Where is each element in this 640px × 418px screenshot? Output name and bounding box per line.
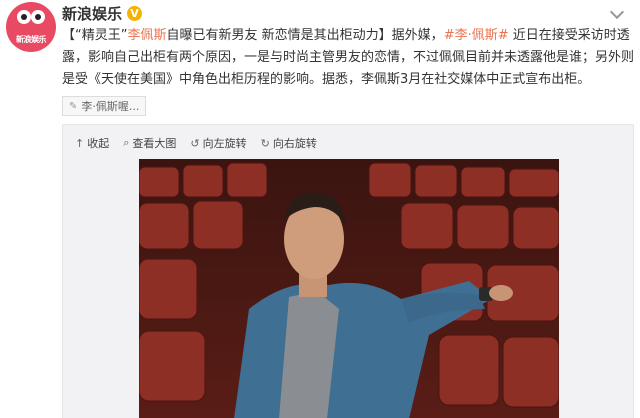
title-open-bracket: 【 xyxy=(62,28,76,43)
rotate-left-label: 向左旋转 xyxy=(202,137,247,150)
post-text: 【“精灵王”李佩斯自曝已有新男友 新恋情是其出柜动力】据外媒，#李·佩斯# 近日… xyxy=(62,25,634,91)
rotate-right-label: 向右旋转 xyxy=(272,137,317,150)
title-nickname: “精灵王” xyxy=(75,28,128,43)
person-link[interactable]: 李佩斯 xyxy=(128,28,167,43)
collapse-button[interactable]: ↑ 收起 xyxy=(75,135,109,151)
tag-label: 李·佩斯喔... xyxy=(81,100,140,113)
post-photo[interactable] xyxy=(139,159,559,418)
media-toolbar: ↑ 收起 ⌕ 查看大图 ↺ 向左旋转 ↻ 向右旋转 xyxy=(75,135,317,151)
view-large-label: 查看大图 xyxy=(132,137,177,150)
arrow-up-icon: ↑ xyxy=(75,136,85,150)
account-name[interactable]: 新浪娱乐 xyxy=(62,3,122,24)
view-large-button[interactable]: ⌕ 查看大图 xyxy=(123,135,176,151)
tag-icon: ✎ xyxy=(69,100,78,112)
title-rest: 自曝已有新男友 新恋情是其出柜动力 xyxy=(166,28,379,43)
avatar-logo-text: 新浪娱乐 xyxy=(16,35,47,44)
account-name-row: 新浪娱乐 V xyxy=(62,3,143,24)
collapse-label: 收起 xyxy=(87,137,110,150)
media-box: ↑ 收起 ⌕ 查看大图 ↺ 向左旋转 ↻ 向右旋转 xyxy=(62,124,634,418)
title-close-bracket: 】 xyxy=(378,28,392,43)
rotate-right-icon: ↻ xyxy=(260,136,270,150)
magnifier-icon: ⌕ xyxy=(123,136,130,149)
rotate-left-icon: ↺ xyxy=(190,136,200,150)
photo-illustration xyxy=(139,159,559,418)
avatar[interactable]: 新浪娱乐 xyxy=(6,2,56,52)
chevron-down-icon[interactable] xyxy=(609,4,625,20)
avatar-right-eye xyxy=(31,10,45,24)
verified-badge-icon: V xyxy=(127,6,143,21)
topic-link[interactable]: #李·佩斯# xyxy=(444,28,509,43)
avatar-left-eye xyxy=(17,10,31,24)
rotate-right-button[interactable]: ↻ 向右旋转 xyxy=(261,135,317,151)
tag-chip[interactable]: ✎ 李·佩斯喔... xyxy=(62,96,147,116)
rotate-left-button[interactable]: ↺ 向左旋转 xyxy=(190,135,246,151)
post-body-1: 据外媒， xyxy=(391,28,444,43)
